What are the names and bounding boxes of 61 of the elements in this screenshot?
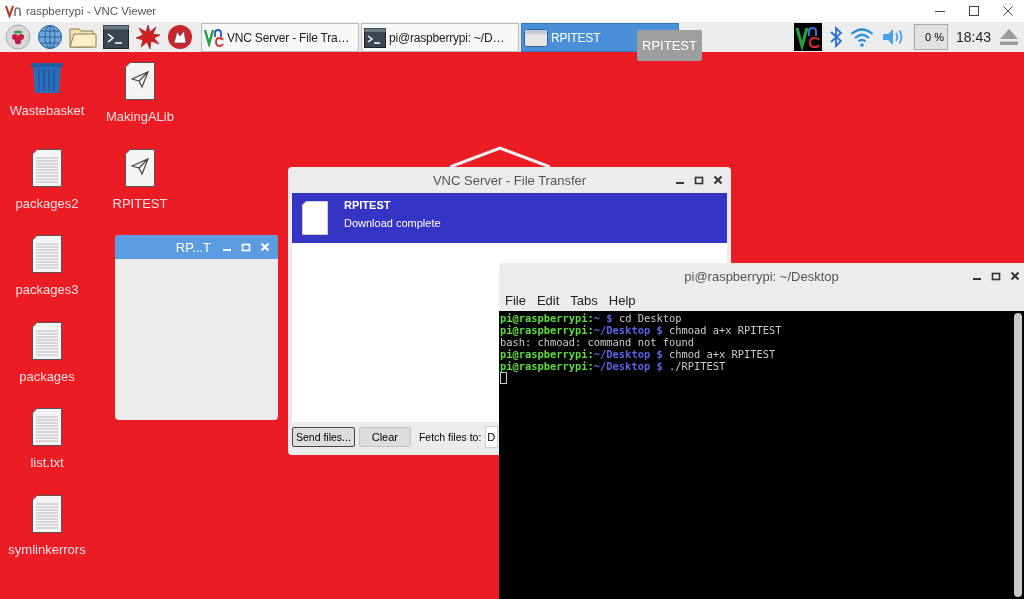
taskbar-button[interactable]: VNC Server - File Tra…	[201, 23, 359, 52]
dialog-button[interactable]: Send files...	[292, 427, 355, 447]
desktop-icon-label[interactable]: packages	[19, 368, 75, 384]
document-icon[interactable]	[32, 148, 62, 187]
terminal-line: bash: chmoad: command not found	[500, 336, 694, 348]
terminal-line: pi@raspberrypi:~/Desktop $ ./RPITEST	[500, 360, 726, 372]
raspberry-icon[interactable]	[5, 24, 31, 50]
terminal-line: pi@raspberrypi:~/Desktop $ chmoad a+x RPITEST	[500, 324, 782, 336]
document-icon[interactable]	[32, 494, 62, 533]
terminal-icon	[364, 27, 386, 48]
clock[interactable]: 18:43	[955, 29, 991, 45]
tooltip: RPITEST	[637, 30, 702, 61]
document-icon[interactable]	[32, 408, 62, 446]
desktop-icon-label[interactable]: MakingALib	[106, 109, 174, 124]
vnc-app-icon	[204, 28, 224, 47]
maximize-button[interactable]	[991, 271, 1001, 281]
close-button[interactable]	[713, 175, 723, 185]
starburst-icon[interactable]	[135, 24, 161, 50]
paper-plane-icon[interactable]	[125, 62, 155, 100]
desktop-icon-label[interactable]: list.txt	[30, 455, 64, 470]
maximize-button[interactable]	[968, 5, 980, 17]
transfer-item[interactable]: RPITEST Download complete	[292, 193, 727, 243]
folder-field[interactable]: D	[485, 426, 499, 448]
window-title: RP...T	[175, 239, 211, 255]
paper-plane-icon[interactable]	[125, 148, 155, 187]
terminal-icon[interactable]	[103, 25, 129, 49]
terminal-line: pi@raspberrypi:~ $ cd Desktop	[500, 312, 682, 324]
desktop-icon-label[interactable]: packages3	[15, 282, 79, 297]
menu-item[interactable]: Tabs	[570, 292, 598, 308]
menu-item[interactable]: File	[505, 292, 526, 308]
dialog-button[interactable]: Clear	[358, 427, 411, 447]
desktop-icon-label[interactable]: Wastebasket	[9, 103, 85, 118]
document-icon[interactable]	[32, 321, 62, 360]
field-label: Fetch files to:	[418, 431, 482, 443]
text-cursor	[500, 372, 507, 384]
cpu-monitor: 0 %	[913, 24, 948, 50]
terminal-line: pi@raspberrypi:~/Desktop $ chmod a+x RPITEST	[500, 348, 776, 360]
window-title: VNC Server - File Transfer	[432, 172, 587, 188]
transfer-status: Download complete	[344, 217, 441, 229]
document-icon[interactable]	[32, 235, 62, 273]
vnc-logo-icon	[5, 4, 21, 18]
window-title: raspberrypi - VNC Viewer	[26, 5, 157, 17]
desktop-icon-label[interactable]: packages2	[15, 195, 79, 211]
window-icon	[524, 28, 548, 47]
vnc-tray-icon[interactable]	[793, 23, 822, 51]
menu-item[interactable]: Edit	[536, 292, 560, 308]
menu-item[interactable]: Help	[608, 292, 636, 308]
taskbar-button[interactable]: pi@raspberrypi: ~/D…	[361, 23, 519, 52]
file-icon	[302, 201, 328, 235]
folder-icon[interactable]	[69, 25, 97, 49]
desktop-icon-label[interactable]: RPITEST	[112, 195, 168, 211]
close-button[interactable]	[1002, 5, 1014, 17]
scrollbar[interactable]	[1014, 313, 1022, 597]
maximize-button[interactable]	[694, 175, 704, 185]
bluetooth-icon[interactable]	[829, 26, 842, 48]
wifi-icon[interactable]	[849, 27, 874, 47]
close-button[interactable]	[1010, 271, 1020, 281]
globe-icon[interactable]	[37, 24, 63, 50]
desktop-icon-label[interactable]: symlinkerrors	[8, 541, 86, 557]
file-name: RPITEST	[344, 199, 392, 211]
window-title: pi@raspberrypi: ~/Desktop	[684, 268, 839, 284]
